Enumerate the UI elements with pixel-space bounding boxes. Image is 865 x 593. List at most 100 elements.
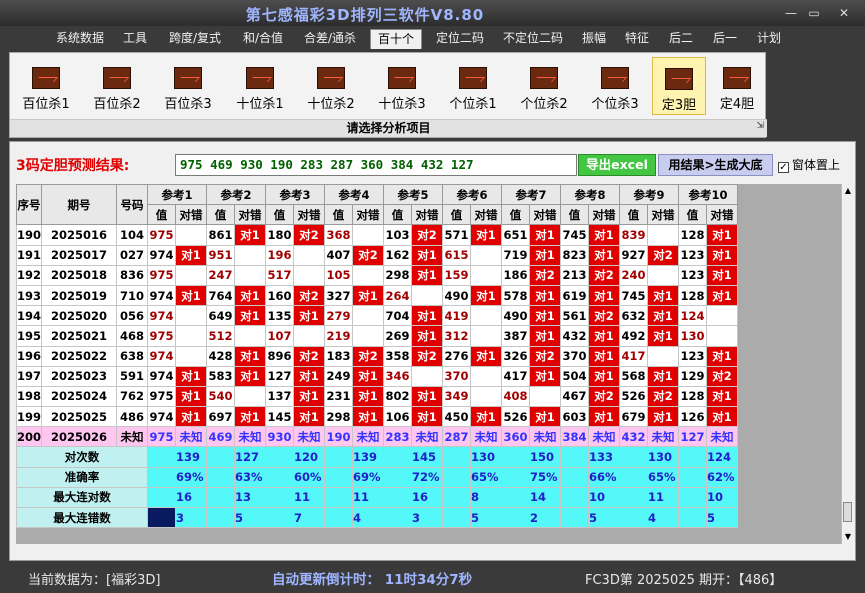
generate-base-button[interactable]: 用结果>生成大底: [658, 154, 773, 176]
ribbon-units-kill-1[interactable]: 个位杀1: [443, 57, 503, 115]
cell-value: 861: [206, 224, 236, 246]
cell-value: 346: [383, 365, 413, 387]
stats-value: 5: [706, 506, 739, 529]
table-row[interactable]: 197 2025023 591 974 对1 583 对1 127 对1 249 对1 346 370 4…: [16, 365, 739, 387]
menu-feature[interactable]: 特征: [620, 29, 654, 49]
chart-icon: [174, 67, 202, 89]
cell-result: 对2: [529, 345, 562, 367]
table-row[interactable]: 195 2025021 468 975 512 107 219 269 对1 312 387 对1 43…: [16, 325, 739, 347]
stats-pad: [619, 486, 649, 509]
stats-value: 8: [470, 486, 503, 509]
cell-result: 对1: [352, 365, 385, 387]
export-excel-button[interactable]: 导出excel: [578, 154, 656, 176]
table-row[interactable]: 193 2025019 710 974 对1 764 对1 160 对2 327 对1 264 490 对…: [16, 284, 739, 307]
table-row[interactable]: 190 2025016 104 975 861 对1 180 对2 368 103 对2 571 对1 6…: [16, 224, 739, 246]
cell-value: 467: [560, 385, 590, 408]
menu-diff-kill[interactable]: 合差/通杀: [298, 29, 362, 49]
table-row[interactable]: 199 2025025 486 974 对1 697 对1 145 对1 298 对1 106 对1 45…: [16, 406, 739, 428]
column-header-seq: 序号: [16, 184, 43, 226]
subheader-result: 对错: [352, 204, 385, 226]
column-header-ref: 参考7: [501, 184, 562, 206]
ribbon-tens-kill-1[interactable]: 十位杀1: [230, 57, 290, 115]
row-number: 486: [116, 406, 149, 428]
close-icon[interactable]: ✕: [833, 5, 855, 21]
row-number: 836: [116, 264, 149, 286]
vertical-scrollbar[interactable]: ▲ ▼: [841, 184, 853, 544]
cell-value: 358: [383, 345, 413, 367]
menu-tools[interactable]: 工具: [117, 29, 153, 49]
forecast-value: 190: [324, 426, 354, 448]
forecast-row[interactable]: 200 2025026 未知 975 未知 469 未知 930 未知 190 未知 283 未知 287…: [16, 426, 739, 448]
ribbon-hundreds-kill-1[interactable]: 百位杀1: [16, 57, 76, 115]
stats-pad: [265, 446, 295, 468]
cell-value: 745: [560, 224, 590, 246]
cell-value: 974: [147, 365, 177, 387]
scroll-thumb[interactable]: [843, 502, 852, 522]
ribbon-units-kill-2[interactable]: 个位杀2: [514, 57, 574, 115]
subheader-result: 对错: [647, 204, 680, 226]
menu-nonposition-two[interactable]: 不定位二码: [497, 29, 569, 49]
cell-result: 对1: [529, 284, 562, 307]
cell-value: 276: [442, 345, 472, 367]
ribbon-units-kill-3[interactable]: 个位杀3: [585, 57, 645, 115]
cell-result: 对2: [293, 224, 326, 246]
ribbon-tens-kill-2[interactable]: 十位杀2: [301, 57, 361, 115]
cell-value: 186: [501, 264, 531, 286]
table-row[interactable]: 198 2025024 762 975 对1 540 137 对1 231 对1 802 对1 349 4…: [16, 385, 739, 408]
menu-span-compound[interactable]: 跨度/复式: [163, 29, 227, 49]
cell-result: [352, 325, 385, 347]
subheader-value: 值: [442, 204, 472, 226]
minimize-icon[interactable]: —: [780, 5, 802, 21]
menu-last-two[interactable]: 后二: [664, 29, 698, 49]
cell-result: 对1: [588, 345, 621, 367]
menu-plan[interactable]: 计划: [752, 29, 786, 49]
cell-result: 对1: [352, 385, 385, 408]
menu-sum-value[interactable]: 和/合值: [236, 29, 290, 49]
stats-pad: [442, 506, 472, 529]
scroll-down-icon[interactable]: ▼: [842, 530, 854, 544]
stats-value: 11: [647, 486, 680, 509]
stats-pad: [324, 486, 354, 509]
row-seq: 198: [16, 385, 43, 408]
row-seq: 193: [16, 284, 43, 307]
cell-result: 对1: [234, 224, 267, 246]
cell-value: 512: [206, 325, 236, 347]
subheader-result: 对错: [588, 204, 621, 226]
cell-result: [175, 264, 208, 286]
ribbon-fix-4-dan[interactable]: 定4胆: [710, 57, 764, 115]
result-field[interactable]: 975 469 930 190 283 287 360 384 432 127: [175, 154, 577, 176]
cell-value: 128: [678, 385, 708, 408]
ribbon-hundreds-kill-2[interactable]: 百位杀2: [87, 57, 147, 115]
maximize-icon[interactable]: ▭: [803, 5, 825, 21]
menu-amplitude[interactable]: 振幅: [577, 29, 611, 49]
column-header-ref: 参考8: [560, 184, 621, 206]
stats-row: 最大连对数 16 13 11 11 16 8 14 10 11 10: [16, 486, 739, 509]
expand-corner-icon[interactable]: ⇲: [756, 118, 764, 135]
table-row[interactable]: 194 2025020 056 974 649 对1 135 对1 279 704 对1 419 490…: [16, 305, 739, 327]
cell-value: 417: [619, 345, 649, 367]
row-seq: 195: [16, 325, 43, 347]
cell-result: 对1: [470, 224, 503, 246]
menu-last-one[interactable]: 后一: [708, 29, 742, 49]
cell-value: 490: [442, 284, 472, 307]
table-row[interactable]: 192 2025018 836 975 247 517 105 298 对1 159 186 对2 21…: [16, 264, 739, 286]
window-ontop-checkbox[interactable]: ✓ 窗体置上: [778, 156, 840, 173]
check-icon[interactable]: ✓: [778, 162, 789, 173]
cell-value: 517: [265, 264, 295, 286]
ribbon-hundreds-kill-3[interactable]: 百位杀3: [158, 57, 218, 115]
menu-system-data[interactable]: 系统数据: [50, 29, 110, 49]
ribbon-fix-3-dan[interactable]: 定3胆: [652, 57, 706, 115]
stats-pad: [206, 506, 236, 529]
forecast-value: 360: [501, 426, 531, 448]
table-row[interactable]: 196 2025022 638 974 428 对1 896 对2 183 对2 358 对2 276 对…: [16, 345, 739, 367]
scroll-up-icon[interactable]: ▲: [842, 184, 854, 198]
menu-hundreds-tens-units[interactable]: 百十个: [370, 29, 422, 49]
column-header-period: 期号: [41, 184, 118, 226]
status-bar: 当前数据为：[福彩3D] 自动更新倒计时： 11时34分7秒 FC3D第 202…: [0, 563, 865, 593]
menu-position-two[interactable]: 定位二码: [430, 29, 490, 49]
ribbon-tens-kill-3[interactable]: 十位杀3: [372, 57, 432, 115]
stats-label: 对次数: [16, 446, 149, 468]
stats-value: 139: [352, 446, 385, 468]
cell-value: 432: [560, 325, 590, 347]
table-row[interactable]: 191 2025017 027 974 对1 951 196 407 对2 162 对1 615 719…: [16, 244, 739, 266]
